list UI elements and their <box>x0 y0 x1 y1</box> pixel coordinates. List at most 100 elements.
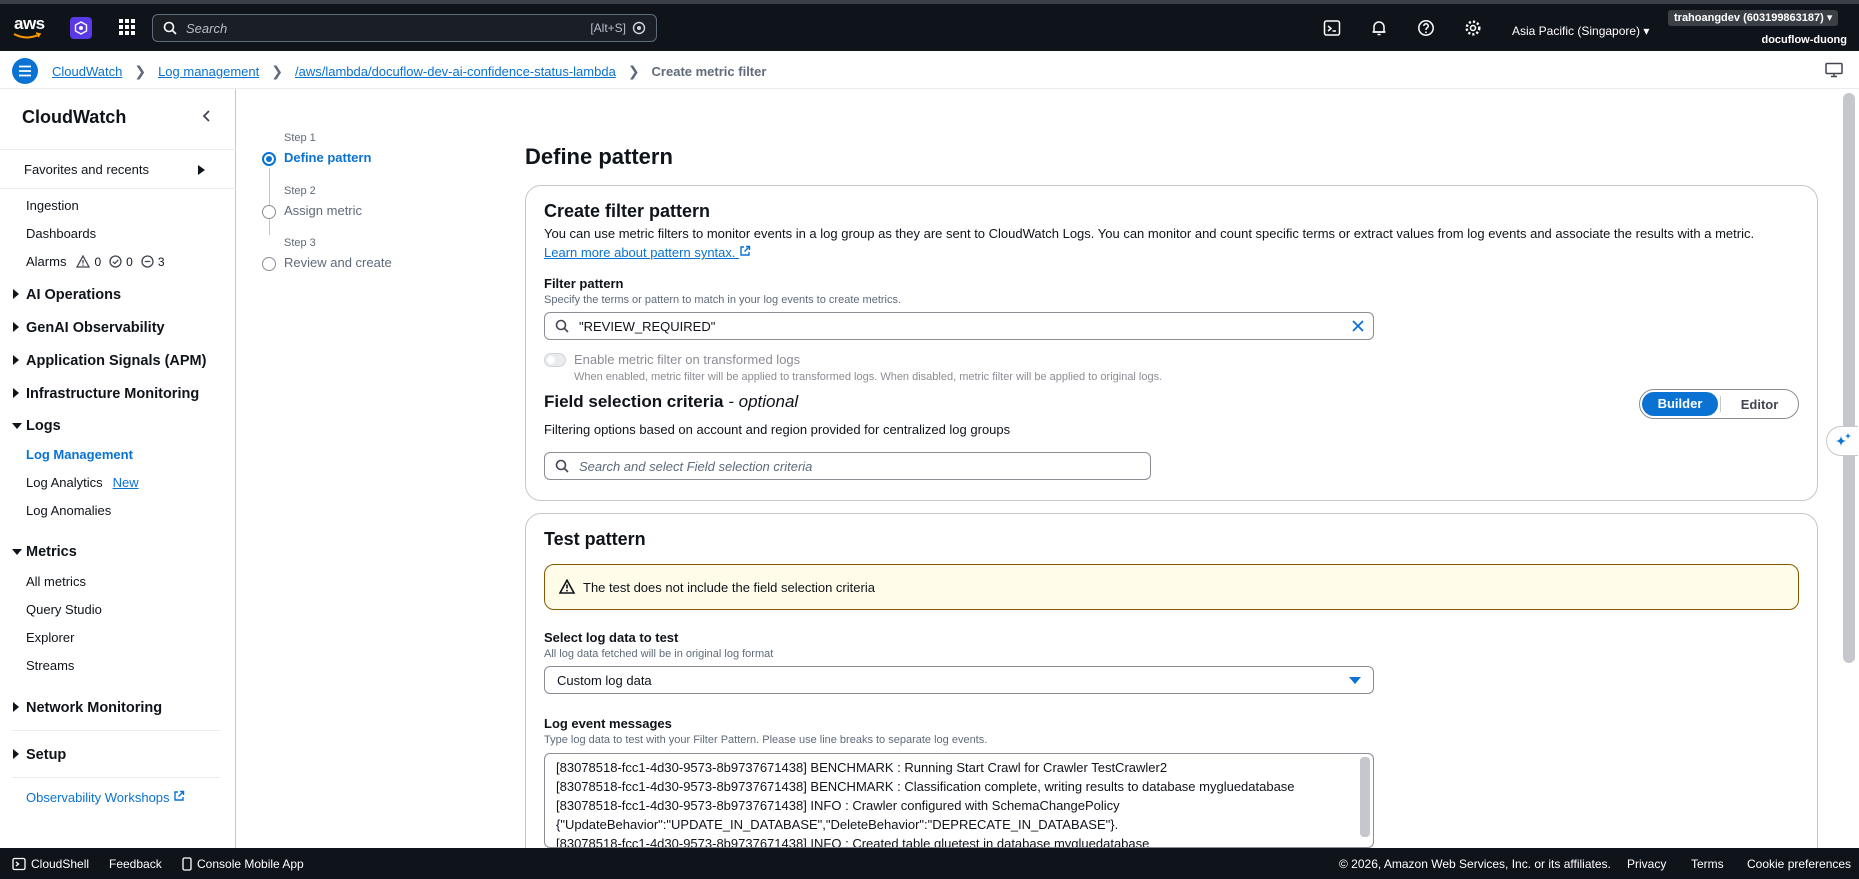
hamburger-icon <box>19 65 31 77</box>
footer-cloudshell[interactable]: CloudShell <box>12 857 89 871</box>
display-settings-icon[interactable] <box>1825 62 1843 78</box>
caret-right-icon <box>12 747 26 763</box>
segment-divider <box>1720 396 1721 412</box>
sidebar-item-log-management[interactable]: Log Management <box>26 447 133 462</box>
transformed-logs-toggle[interactable] <box>544 353 566 367</box>
sidebar-section-logs[interactable]: Logs <box>12 418 61 434</box>
filter-pattern-hint: Specify the terms or pattern to match in… <box>544 294 902 306</box>
search-icon <box>555 319 569 333</box>
search-icon <box>555 459 569 473</box>
assistant-launcher-button[interactable] <box>1826 426 1858 456</box>
log-event-line: {"UpdateBehavior":"UPDATE_IN_DATABASE","… <box>556 817 1119 832</box>
sidebar-title: CloudWatch <box>22 107 127 127</box>
filter-pattern-input[interactable]: "REVIEW_REQUIRED" <box>544 312 1374 340</box>
log-event-messages-hint: Type log data to test with your Filter P… <box>544 734 988 746</box>
search-shortcut: [Alt+S] <box>590 21 626 35</box>
field-selection-heading: Field selection criteria - optional <box>544 392 799 411</box>
step-2-indicator <box>262 205 276 219</box>
sidebar-section-network-monitoring[interactable]: Network Monitoring <box>12 700 162 716</box>
builder-tab[interactable]: Builder <box>1642 392 1718 416</box>
sidebar-favorites-and-recents[interactable]: Favorites and recents <box>0 149 236 189</box>
step-2-assign-metric: Assign metric <box>284 203 363 218</box>
footer-privacy-link[interactable]: Privacy <box>1627 857 1666 871</box>
log-event-line: [83078518-fcc1-4d30-9573-8b9737671438] I… <box>556 798 1120 813</box>
page-scrollbar[interactable] <box>1843 93 1855 663</box>
cloudshell-icon <box>12 857 26 871</box>
sidebar-item-log-anomalies[interactable]: Log Anomalies <box>26 503 111 518</box>
transformed-logs-toggle-label: Enable metric filter on transformed logs <box>574 352 801 367</box>
chevron-right-icon: ❯ <box>271 63 283 79</box>
warning-text: The test does not include the field sele… <box>583 580 875 595</box>
log-event-line: [83078518-fcc1-4d30-9573-8b9737671438] B… <box>556 779 1295 794</box>
sidebar-divider <box>12 730 220 731</box>
cloudshell-icon[interactable] <box>1323 19 1341 37</box>
sidebar-section-ai-operations[interactable]: AI Operations <box>12 287 121 303</box>
log-data-select[interactable]: Custom log data <box>544 666 1374 694</box>
sparkle-icon <box>1834 433 1851 447</box>
editor-tab[interactable]: Editor <box>1723 397 1796 412</box>
test-pattern-heading: Test pattern <box>544 529 646 549</box>
sidebar-link-observability-workshops[interactable]: Observability Workshops <box>26 790 185 805</box>
region-selector[interactable]: Asia Pacific (Singapore) ▾ <box>1512 24 1649 38</box>
caret-down-icon <box>12 544 26 560</box>
clear-input-icon[interactable] <box>1351 319 1365 333</box>
field-selection-placeholder: Search and select Field selection criter… <box>579 459 813 474</box>
field-selection-search-input[interactable]: Search and select Field selection criter… <box>544 452 1151 480</box>
notifications-bell-icon[interactable] <box>1370 19 1388 37</box>
aws-logo[interactable]: aws <box>12 14 45 42</box>
step-1-current-indicator <box>262 152 276 166</box>
mobile-icon <box>182 857 192 871</box>
footer-console-mobile-app[interactable]: Console Mobile App <box>182 857 304 871</box>
step-connector <box>268 168 270 235</box>
field-selection-description: Filtering options based on account and r… <box>544 422 1011 437</box>
sidebar-item-dashboards[interactable]: Dashboards <box>26 226 96 241</box>
sidebar-item-streams[interactable]: Streams <box>26 658 74 673</box>
sidebar-item-ingestion[interactable]: Ingestion <box>26 198 79 213</box>
footer-cookie-preferences-link[interactable]: Cookie preferences <box>1747 857 1851 871</box>
step-3-label: Step 3 <box>284 237 316 249</box>
sidebar-item-query-studio[interactable]: Query Studio <box>26 602 102 617</box>
sidebar-section-genai-observability[interactable]: GenAI Observability <box>12 320 165 336</box>
external-link-icon <box>740 245 751 256</box>
breadcrumb-cloudwatch[interactable]: CloudWatch <box>52 64 122 79</box>
textarea-scrollbar[interactable] <box>1360 757 1370 837</box>
sidebar-section-setup[interactable]: Setup <box>12 747 66 763</box>
new-badge: New <box>112 475 139 490</box>
breadcrumb-log-group[interactable]: /aws/lambda/docuflow-dev-ai-confidence-s… <box>295 64 616 79</box>
footer: CloudShell Feedback Console Mobile App ©… <box>0 848 1859 879</box>
sidebar-item-alarms[interactable]: Alarms 0 0 3 <box>26 254 169 269</box>
breadcrumb-bar: CloudWatch ❯ Log management ❯ /aws/lambd… <box>0 51 1859 89</box>
log-event-messages-textarea[interactable]: [83078518-fcc1-4d30-9573-8b9737671438] B… <box>544 753 1374 848</box>
log-event-line: [83078518-fcc1-4d30-9573-8b9737671438] B… <box>556 760 1168 775</box>
side-navigation: CloudWatch Favorites and recents Ingesti… <box>0 89 236 848</box>
collapse-sidebar-icon[interactable] <box>200 109 214 123</box>
sidebar-item-log-analytics[interactable]: Log Analytics New <box>26 475 139 490</box>
sidebar-section-application-signals[interactable]: Application Signals (APM) <box>12 353 206 369</box>
transformed-logs-toggle-hint: When enabled, metric filter will be appl… <box>574 371 1163 383</box>
account-menu[interactable]: trahoangdev (603199863187) ▾ <box>1668 10 1839 26</box>
search-settings-icon <box>632 21 646 35</box>
help-icon[interactable] <box>1417 19 1435 37</box>
footer-terms-link[interactable]: Terms <box>1691 857 1724 871</box>
search-placeholder: Search <box>186 21 228 36</box>
sidebar-section-infrastructure-monitoring[interactable]: Infrastructure Monitoring <box>12 386 199 402</box>
alarm-ok-icon <box>109 255 122 268</box>
side-nav-toggle-button[interactable] <box>12 58 38 84</box>
apps-grid-icon[interactable] <box>118 18 138 38</box>
caret-right-icon <box>12 353 26 369</box>
caret-right-icon <box>12 320 26 336</box>
learn-more-pattern-syntax-link[interactable]: Learn more about pattern syntax. <box>544 245 751 260</box>
step-1-label: Step 1 <box>284 132 316 144</box>
breadcrumb-log-management[interactable]: Log management <box>158 64 259 79</box>
step-3-review-and-create: Review and create <box>284 255 392 270</box>
sidebar-item-explorer[interactable]: Explorer <box>26 630 74 645</box>
cloudwatch-service-icon[interactable] <box>70 17 92 39</box>
footer-feedback[interactable]: Feedback <box>109 857 162 871</box>
settings-gear-icon[interactable] <box>1464 19 1482 37</box>
sidebar-section-metrics[interactable]: Metrics <box>12 544 77 560</box>
global-search-input[interactable]: Search [Alt+S] <box>152 14 657 42</box>
caret-down-icon <box>12 418 26 434</box>
chevron-right-icon: ❯ <box>627 63 640 79</box>
sidebar-item-all-metrics[interactable]: All metrics <box>26 574 86 589</box>
step-3-indicator <box>262 257 276 271</box>
